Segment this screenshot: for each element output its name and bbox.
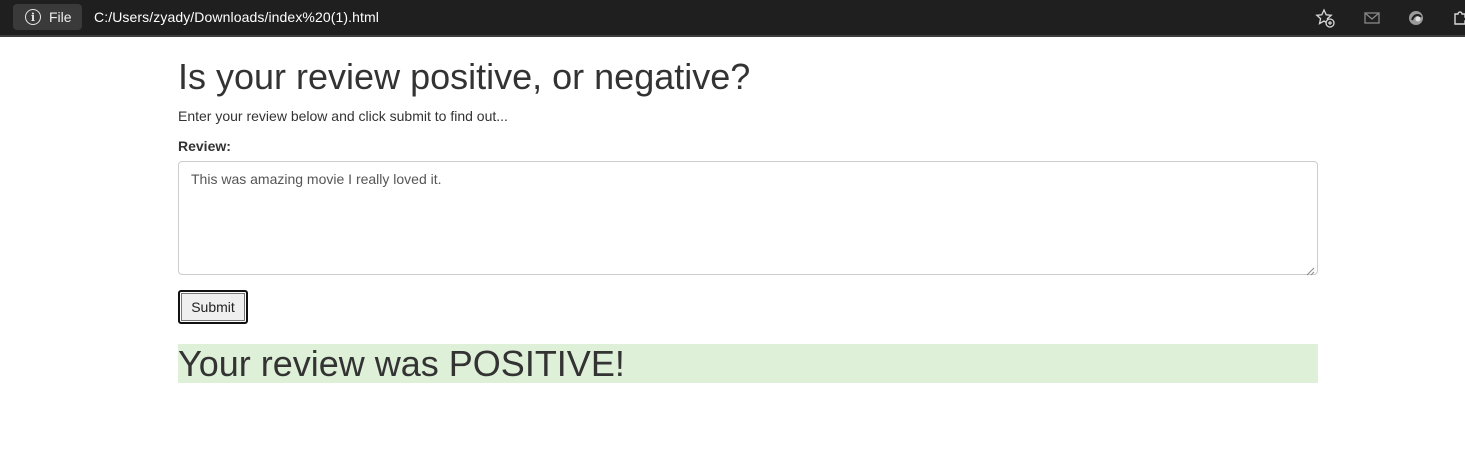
- resize-grip-icon[interactable]: [1306, 263, 1315, 276]
- address-bar-url[interactable]: C:/Users/zyady/Downloads/index%20(1).htm…: [94, 9, 379, 25]
- review-label: Review:: [178, 138, 231, 154]
- review-textarea[interactable]: This was amazing movie I really loved it…: [178, 161, 1318, 276]
- site-info-button[interactable]: i File: [13, 4, 82, 30]
- review-text: This was amazing movie I really loved it…: [191, 171, 442, 187]
- submit-button[interactable]: Submit: [178, 290, 248, 324]
- info-icon: i: [25, 9, 41, 25]
- browser-toolbar: i File C:/Users/zyady/Downloads/index%20…: [0, 0, 1465, 37]
- extensions-icon[interactable]: [1450, 8, 1465, 28]
- collections-icon[interactable]: [1406, 8, 1426, 28]
- result-text: Your review was POSITIVE!: [178, 343, 625, 384]
- page-description: Enter your review below and click submit…: [178, 108, 508, 124]
- result-banner: Your review was POSITIVE!: [178, 344, 1318, 383]
- page-title: Is your review positive, or negative?: [178, 56, 751, 97]
- site-info-label: File: [49, 9, 72, 25]
- mail-icon[interactable]: [1362, 8, 1382, 28]
- favorites-icon[interactable]: [1315, 8, 1335, 28]
